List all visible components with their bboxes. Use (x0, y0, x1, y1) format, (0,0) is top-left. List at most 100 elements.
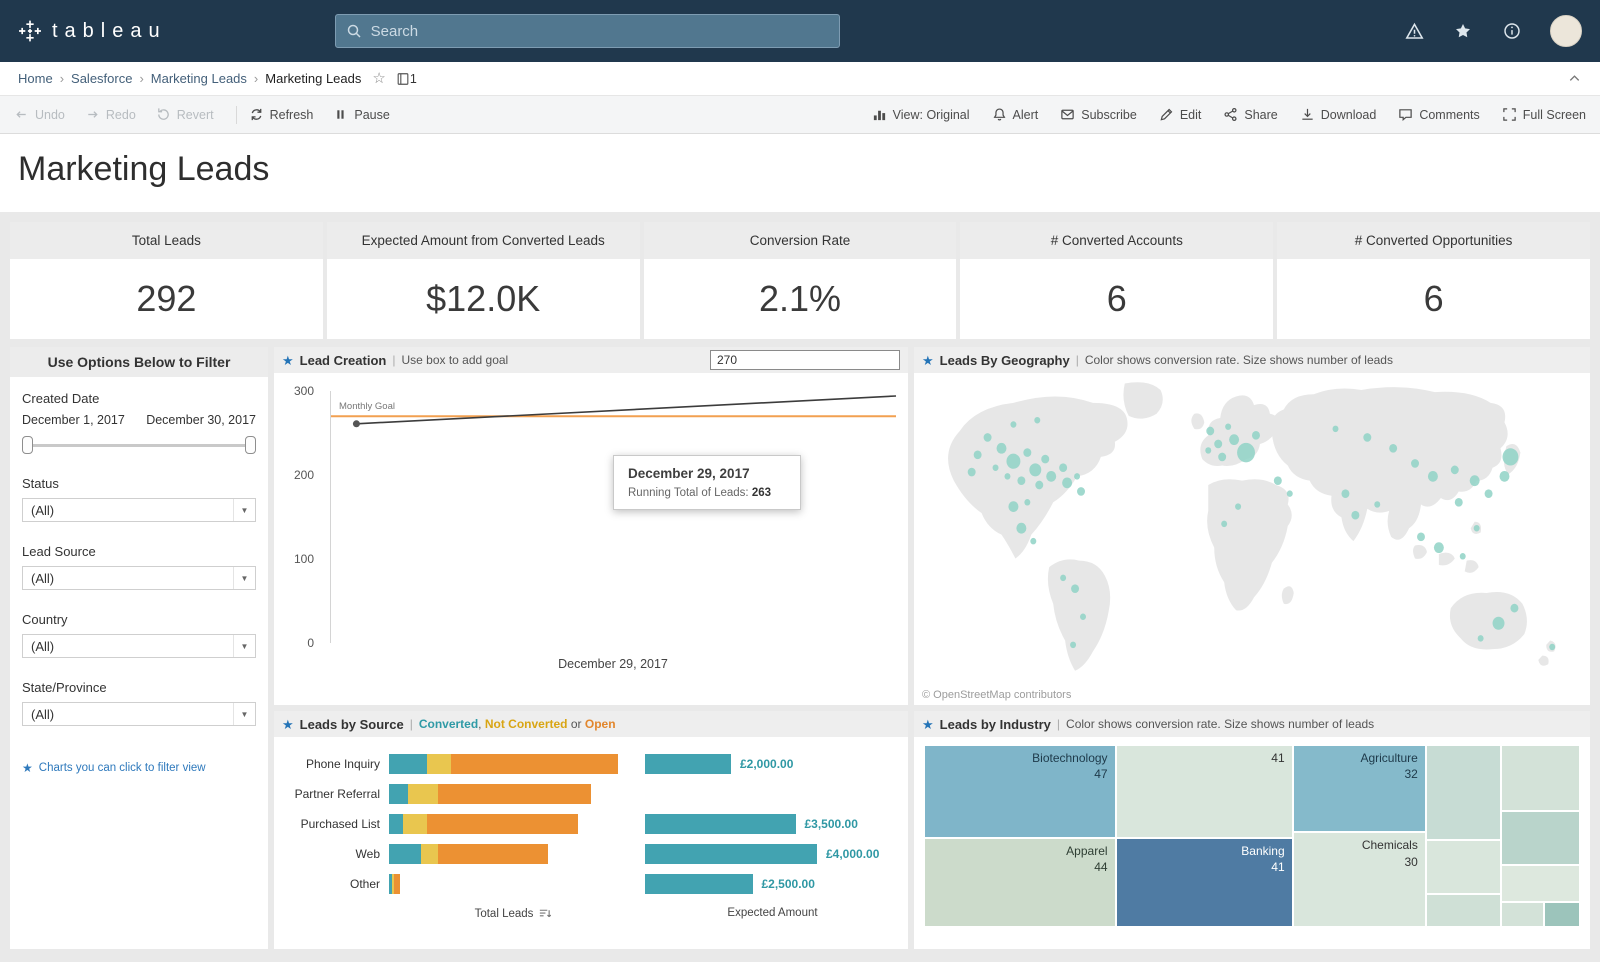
map-bubble[interactable] (1030, 537, 1037, 545)
treemap-cell[interactable] (1501, 810, 1580, 866)
map-bubble[interactable] (1417, 532, 1425, 542)
map-bubble[interactable] (996, 442, 1007, 454)
treemap-cell-biotechnology[interactable]: Biotechnology 47 (924, 745, 1116, 838)
map-bubble[interactable] (1286, 490, 1293, 497)
map-bubble[interactable] (1492, 616, 1505, 630)
map-bubble[interactable] (1074, 473, 1081, 480)
map-bubble[interactable] (1059, 463, 1068, 473)
revert-button[interactable]: Revert (156, 107, 214, 122)
treemap-cell[interactable] (1425, 745, 1502, 840)
slider-handle-end[interactable] (245, 436, 256, 454)
map-bubble[interactable] (992, 464, 999, 471)
date-range-slider[interactable] (22, 436, 256, 454)
favorites-star-icon[interactable] (1452, 20, 1474, 42)
favorite-toggle-icon[interactable]: ☆ (372, 71, 385, 86)
map-bubble[interactable] (1473, 524, 1480, 532)
breadcrumb-workbook[interactable]: Marketing Leads (151, 71, 247, 86)
map-bubble[interactable] (1046, 470, 1057, 482)
map-bubble[interactable] (1004, 473, 1011, 480)
collapse-header-icon[interactable] (1567, 71, 1582, 86)
refresh-button[interactable]: Refresh (249, 107, 313, 122)
bar-segment-converted[interactable] (389, 844, 422, 864)
bar-segment-not-converted[interactable] (402, 814, 427, 834)
share-button[interactable]: Share (1223, 107, 1278, 122)
map-bubble[interactable] (1477, 635, 1484, 642)
map-bubble[interactable] (1017, 476, 1026, 485)
map-bubble[interactable] (1062, 477, 1073, 489)
info-icon[interactable] (1501, 20, 1523, 42)
map-bubble[interactable] (973, 450, 982, 460)
map-bubble[interactable] (1273, 476, 1282, 485)
bar-segment-open[interactable] (437, 844, 549, 864)
map-bubble[interactable] (1010, 421, 1017, 428)
treemap-cell[interactable]: 41 (1115, 745, 1293, 838)
breadcrumb-home[interactable]: Home (18, 71, 53, 86)
map-bubble[interactable] (1411, 459, 1419, 468)
expected-amount-bar[interactable] (645, 754, 731, 774)
treemap-cell[interactable] (1501, 745, 1580, 811)
map-bubble[interactable] (1034, 416, 1041, 424)
map-bubble[interactable] (1510, 603, 1519, 613)
map-bubble[interactable] (1016, 522, 1027, 534)
sort-icon[interactable] (538, 907, 552, 920)
map-bubble[interactable] (1363, 433, 1372, 442)
map-bubble[interactable] (1029, 463, 1042, 477)
alerts-warning-icon[interactable] (1403, 20, 1425, 42)
treemap-cell-apparel[interactable]: Apparel 44 (924, 837, 1116, 927)
map-bubble[interactable] (1237, 442, 1255, 463)
download-button[interactable]: Download (1300, 107, 1376, 122)
map-bubble[interactable] (1080, 613, 1086, 620)
bar-segment-open[interactable] (426, 814, 578, 834)
comments-button[interactable]: Comments (1398, 107, 1480, 122)
redo-button[interactable]: Redo (85, 107, 136, 122)
goal-input[interactable] (710, 350, 900, 370)
map-bubble[interactable] (1450, 465, 1459, 475)
map-bubble[interactable] (1252, 431, 1260, 440)
user-avatar[interactable] (1550, 15, 1582, 47)
bar-segment-not-converted[interactable] (421, 844, 438, 864)
treemap-cell-agriculture[interactable]: Agriculture 32 (1292, 745, 1426, 833)
map-bubble[interactable] (1332, 425, 1339, 433)
slider-handle-start[interactable] (22, 436, 33, 454)
map-bubble[interactable] (1427, 470, 1438, 482)
map-bubble[interactable] (1499, 470, 1510, 482)
map-bubble[interactable] (1218, 452, 1227, 462)
map-bubble[interactable] (1484, 489, 1493, 498)
country-filter-dropdown[interactable]: (All) ▼ (22, 634, 256, 658)
expected-amount-bar[interactable] (645, 874, 753, 894)
search-box[interactable] (334, 14, 840, 48)
treemap-cell-chemicals[interactable]: Chemicals 30 (1292, 832, 1426, 927)
fullscreen-button[interactable]: Full Screen (1502, 107, 1586, 122)
treemap-cell[interactable] (1501, 865, 1580, 902)
map-bubble[interactable] (1008, 501, 1019, 512)
map-bubble[interactable] (1433, 542, 1444, 554)
bar-segment-open[interactable] (451, 754, 619, 774)
lead-source-filter-dropdown[interactable]: (All) ▼ (22, 566, 256, 590)
map-bubble[interactable] (1023, 448, 1032, 457)
edit-button[interactable]: Edit (1159, 107, 1201, 122)
map-bubble[interactable] (1469, 475, 1480, 487)
map-bubble[interactable] (1024, 499, 1031, 506)
state-province-filter-dropdown[interactable]: (All) ▼ (22, 702, 256, 726)
map-bubble[interactable] (1035, 480, 1044, 490)
treemap-cell[interactable] (1425, 894, 1502, 927)
treemap-cell-banking[interactable]: Banking 41 (1115, 837, 1293, 927)
expected-amount-bar[interactable] (645, 814, 796, 834)
view-original-button[interactable]: View: Original (872, 107, 970, 122)
line-start-marker[interactable] (352, 420, 360, 428)
subscribe-button[interactable]: Subscribe (1060, 107, 1137, 122)
map-bubble[interactable] (1502, 448, 1519, 466)
map-bubble[interactable] (1454, 497, 1463, 507)
bar-segment-open[interactable] (394, 874, 400, 894)
expected-amount-bar[interactable] (645, 844, 817, 864)
map-bubble[interactable] (1041, 454, 1050, 464)
map-bubble[interactable] (1214, 439, 1223, 449)
status-filter-dropdown[interactable]: (All) ▼ (22, 498, 256, 522)
tableau-logo[interactable]: tableau (18, 19, 167, 43)
alert-button[interactable]: Alert (992, 107, 1038, 122)
treemap-cell[interactable] (1425, 839, 1502, 895)
map-bubble[interactable] (1060, 574, 1067, 582)
map-bubble[interactable] (967, 467, 976, 477)
map-bubble[interactable] (1221, 520, 1228, 528)
map-bubble[interactable] (1225, 423, 1232, 430)
